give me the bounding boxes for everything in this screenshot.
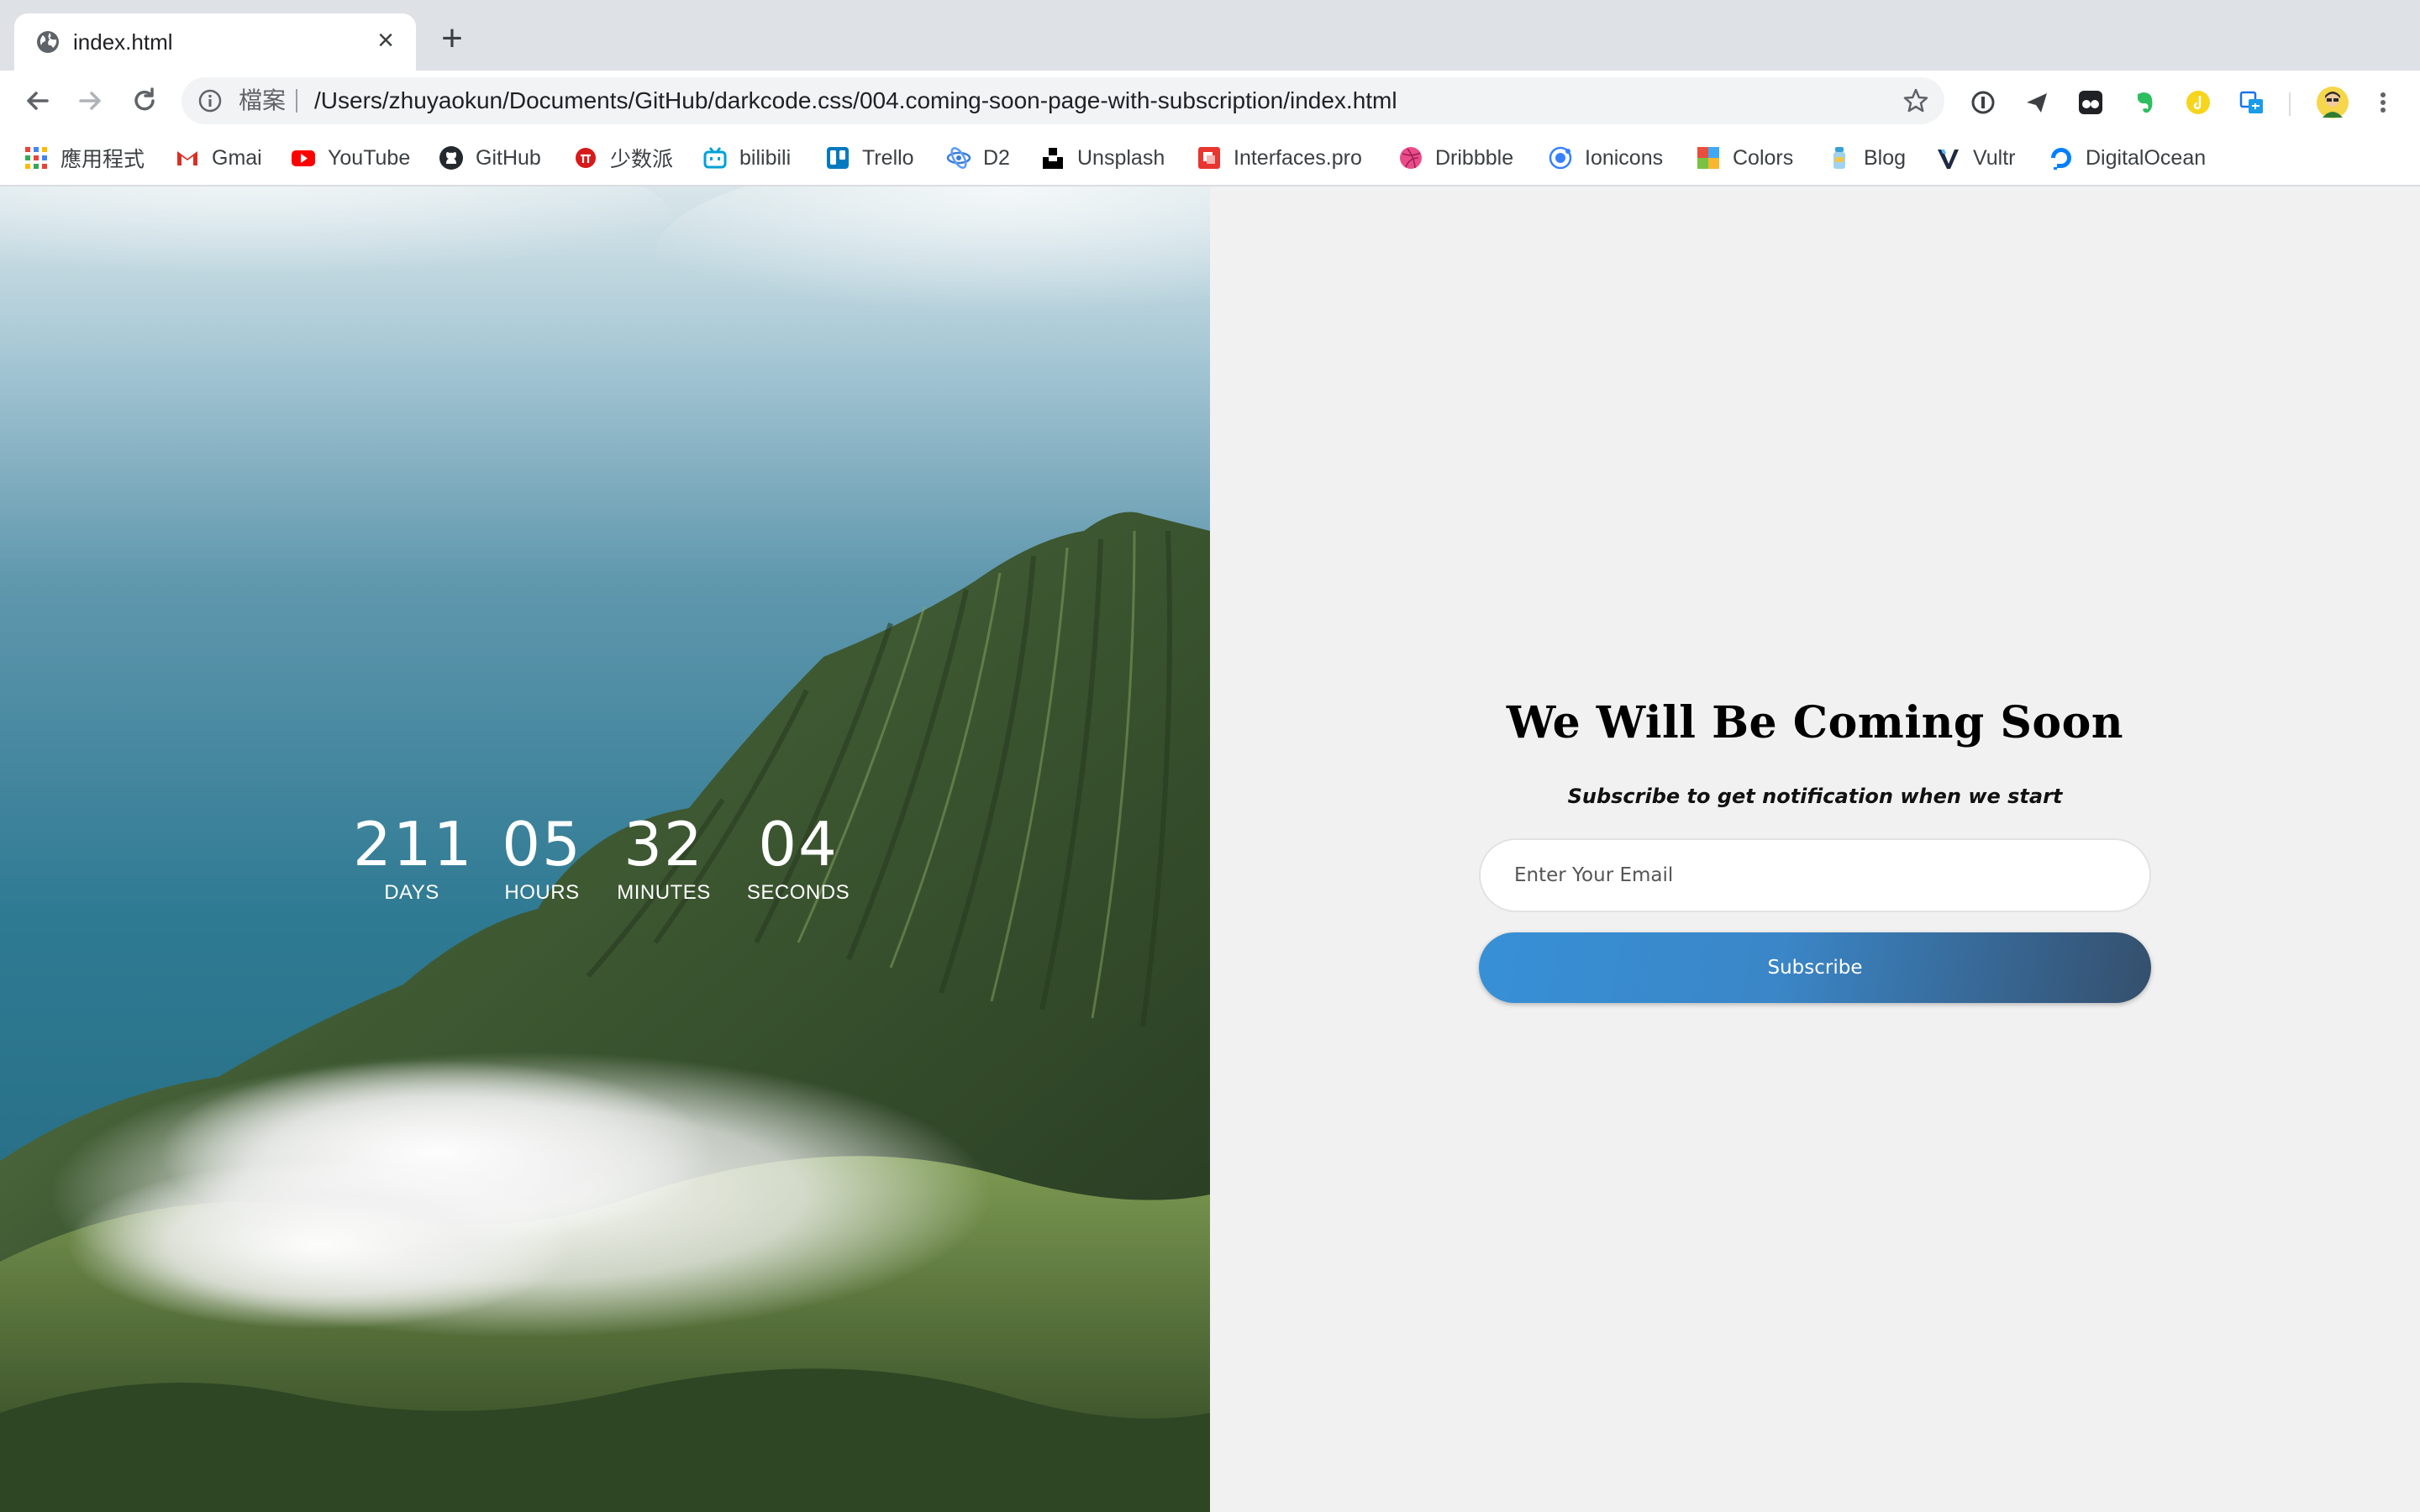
sspai-icon (576, 148, 596, 168)
bookmark-label: YouTube (328, 145, 411, 170)
countdown-seconds: 04 SECONDS (739, 808, 857, 906)
bookmark-unsplash[interactable]: Unsplash (1040, 141, 1165, 175)
bookmark-github[interactable]: GitHub (439, 141, 541, 175)
subscribe-button[interactable]: Subscribe (1479, 932, 2151, 1003)
bookmark-colors[interactable]: Colors (1696, 141, 1793, 175)
globe-icon (37, 31, 59, 53)
bookmark-label: Ionicons (1585, 145, 1664, 170)
youtube-icon (292, 150, 315, 166)
countdown-label: DAYS (384, 881, 439, 904)
countdown-label: MINUTES (617, 881, 711, 904)
page-title: We Will Be Coming Soon (1506, 697, 2124, 748)
glasses-extension-icon[interactable] (2077, 89, 2104, 116)
bookmark-sspai[interactable]: 少数派 (573, 141, 673, 175)
more-vert-icon[interactable] (2370, 89, 2396, 116)
countdown-hours: 05 HOURS (487, 808, 597, 906)
countdown-minutes: 32 MINUTES (605, 808, 723, 906)
blog-icon (1833, 147, 1845, 169)
bilibili-icon (703, 147, 727, 169)
bookmark-label: Trello (862, 145, 914, 170)
bookmark-label: Vultr (1973, 145, 2016, 170)
bookmark-dribbble[interactable]: Dribbble (1398, 141, 1513, 175)
bookmark-label: DigitalOcean (2086, 145, 2207, 170)
dribbble-icon (1400, 147, 1422, 169)
tab-title: index.html (73, 29, 173, 55)
countdown-days: 211 DAYS (353, 808, 471, 906)
music-note-icon[interactable] (2185, 89, 2212, 116)
tab-strip: index.html × + (0, 0, 2420, 71)
bookmark-label: Blog (1864, 145, 1907, 170)
countdown-value: 04 (758, 809, 839, 879)
countdown-value: 32 (623, 809, 704, 879)
bookmarks-bar: 應用程式 Gmai YouTube GitHub 少数派 bilibili Tr… (0, 131, 2420, 186)
address-divider (296, 89, 297, 113)
bookmark-interfaces[interactable]: Interfaces.pro (1197, 141, 1362, 175)
bookmark-label: 少数派 (610, 148, 674, 171)
tab-active[interactable]: index.html × (14, 13, 416, 71)
vultr-icon (1938, 150, 1959, 169)
bookmark-label: D2 (983, 145, 1010, 170)
password-manager-icon[interactable] (1970, 89, 1996, 116)
translate-icon[interactable] (2238, 89, 2265, 116)
bookmark-blog[interactable]: Blog (1827, 141, 1906, 175)
countdown-label: SECONDS (746, 881, 850, 904)
url-text[interactable]: /Users/zhuyaokun/Documents/GitHub/darkco… (314, 86, 1397, 116)
bookmark-trello[interactable]: Trello (825, 141, 914, 175)
bookmark-label: Interfaces.pro (1234, 145, 1362, 170)
bookmark-label: Dribbble (1435, 145, 1514, 170)
bookmark-label: bilibili (739, 145, 792, 170)
bookmark-label: 應用程式 (60, 148, 145, 171)
browser-window: index.html × + 檔案 /Users/zhuyaokun/Docum… (0, 0, 2420, 1512)
interfaces-icon (1198, 147, 1220, 169)
github-icon (439, 146, 463, 170)
back-arrow-icon[interactable] (20, 84, 54, 118)
bookmark-youtube[interactable]: YouTube (291, 141, 410, 175)
ionicons-icon (1549, 146, 1572, 170)
unsplash-icon (1043, 148, 1063, 169)
countdown-value: 05 (502, 809, 582, 879)
digitalocean-icon (2051, 148, 2071, 170)
info-icon[interactable] (197, 87, 224, 114)
d2-icon (946, 147, 971, 169)
evernote-icon[interactable] (2131, 89, 2158, 116)
subscribe-panel: We Will Be Coming Soon Subscribe to get … (1210, 186, 2420, 1512)
countdown-value: 211 (353, 809, 474, 879)
url-scheme-label: 檔案 (239, 87, 287, 113)
bookmark-vultr[interactable]: Vultr (1936, 141, 2015, 175)
web-page: 211 DAYS 05 HOURS 32 MINUTES 04 SECONDS … (0, 186, 2420, 1512)
close-icon[interactable]: × (371, 25, 401, 55)
bookmark-label: Gmai (212, 145, 262, 170)
bookmark-digitalocean[interactable]: DigitalOcean (2049, 141, 2206, 175)
trello-icon (827, 147, 849, 169)
browser-toolbar: 檔案 /Users/zhuyaokun/Documents/GitHub/dar… (0, 71, 2420, 131)
bookmark-apps[interactable]: 應用程式 (24, 141, 145, 175)
paper-plane-icon[interactable] (2023, 89, 2050, 116)
hero-landscape-image: 211 DAYS 05 HOURS 32 MINUTES 04 SECONDS (0, 186, 1210, 1512)
bookmark-label: Unsplash (1077, 145, 1165, 170)
bookmark-label: Colors (1733, 145, 1794, 170)
email-field[interactable] (1479, 838, 2151, 912)
colors-icon (1697, 147, 1719, 169)
bookmark-bilibili[interactable]: bilibili (702, 141, 791, 175)
bookmark-ionicons[interactable]: Ionicons (1548, 141, 1663, 175)
bookmark-star-icon[interactable] (1902, 87, 1929, 114)
address-bar[interactable]: 檔案 /Users/zhuyaokun/Documents/GitHub/dar… (182, 77, 1944, 124)
reload-icon[interactable] (128, 84, 161, 118)
bookmark-label: GitHub (476, 145, 541, 170)
bookmark-d2[interactable]: D2 (946, 141, 1010, 175)
toolbar-divider (2289, 92, 2291, 116)
subtitle: Subscribe to get notification when we st… (1567, 785, 2063, 808)
forward-arrow-icon[interactable] (74, 84, 108, 118)
countdown-label: HOURS (504, 881, 580, 904)
countdown-timer: 211 DAYS 05 HOURS 32 MINUTES 04 SECONDS (353, 808, 857, 926)
bookmark-gmail[interactable]: Gmai (175, 141, 262, 175)
plus-icon[interactable]: + (434, 20, 471, 59)
avatar[interactable] (2316, 86, 2349, 119)
gmail-icon (177, 151, 197, 165)
apps-grid-icon (25, 147, 47, 169)
